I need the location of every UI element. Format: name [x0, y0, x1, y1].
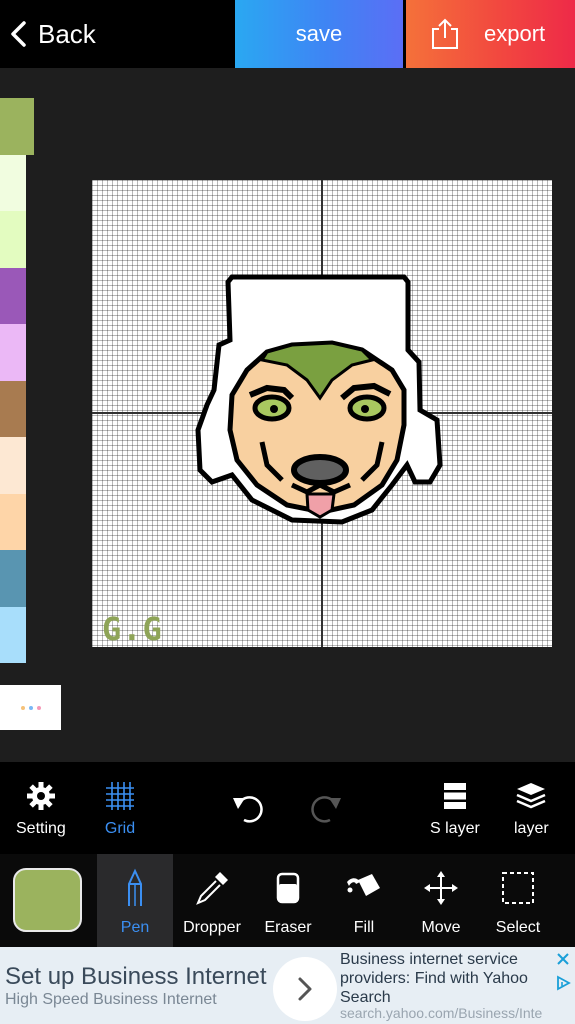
dropper-tool[interactable]: Dropper	[174, 854, 250, 947]
share-icon	[432, 18, 458, 49]
eraser-icon	[276, 872, 300, 904]
eraser-tool[interactable]: Eraser	[250, 854, 326, 947]
export-button[interactable]: export	[406, 0, 575, 68]
layer-label: layer	[514, 820, 549, 837]
top-toolbar: Setting Grid S layer layer	[0, 762, 575, 854]
layers-icon	[516, 783, 546, 809]
ad-choices-icon[interactable]	[555, 975, 571, 991]
tool-bar: Pen Dropper Eraser Fill Move Select	[0, 854, 575, 947]
dropper-label: Dropper	[183, 919, 241, 936]
color-swatch[interactable]	[0, 154, 26, 211]
move-label: Move	[421, 919, 461, 936]
color-swatch[interactable]	[0, 550, 26, 607]
s-layer-label: S layer	[430, 820, 480, 837]
setting-label: Setting	[16, 820, 66, 837]
color-swatch[interactable]	[0, 98, 34, 155]
selection-marquee-icon	[502, 872, 534, 904]
ad-url: search.yahoo.com/Business/Inte	[340, 1005, 543, 1021]
undo-button[interactable]	[230, 790, 266, 826]
artist-signature: G.G	[102, 610, 163, 647]
back-button[interactable]: Back	[8, 14, 96, 54]
pixel-canvas[interactable]: G.G	[92, 180, 552, 647]
setting-button[interactable]: Setting	[16, 780, 66, 838]
pen-tool[interactable]: Pen	[97, 854, 173, 947]
paint-bucket-icon	[347, 874, 380, 896]
color-swatch[interactable]	[0, 380, 26, 437]
top-bar: Back save export	[0, 0, 575, 68]
gear-icon	[26, 782, 55, 810]
s-layer-button[interactable]: S layer	[430, 780, 480, 838]
more-dot	[36, 705, 41, 710]
undo-icon	[233, 796, 263, 823]
color-palette	[0, 98, 34, 663]
layer-button[interactable]: layer	[514, 780, 549, 838]
more-dot	[28, 705, 33, 710]
redo-icon	[311, 796, 341, 823]
redo-button[interactable]	[308, 790, 344, 826]
fill-label: Fill	[353, 919, 375, 936]
color-swatch[interactable]	[0, 606, 26, 663]
move-tool[interactable]: Move	[403, 854, 479, 947]
chevron-right-icon	[298, 977, 312, 1001]
color-swatch[interactable]	[0, 493, 26, 550]
ad-headline: Set up Business Internet	[5, 963, 267, 990]
export-label: export	[484, 21, 546, 46]
color-swatch[interactable]	[0, 211, 26, 268]
back-label: Back	[38, 18, 96, 49]
color-swatch[interactable]	[0, 324, 26, 381]
move-arrows-icon	[424, 871, 458, 905]
fill-tool[interactable]: Fill	[326, 854, 402, 947]
pixel-art-drawing	[195, 274, 443, 525]
select-label: Select	[495, 919, 541, 936]
grid-button[interactable]: Grid	[104, 780, 136, 838]
nose	[291, 454, 349, 486]
more-colors-button[interactable]	[0, 685, 61, 730]
eraser-label: Eraser	[264, 919, 312, 936]
slayer-icon	[443, 783, 466, 809]
ad-banner[interactable]: Set up Business Internet High Speed Busi…	[0, 947, 575, 1024]
dropper-icon	[196, 872, 228, 905]
more-dot	[20, 705, 25, 710]
grid-label: Grid	[104, 820, 136, 837]
close-icon[interactable]	[555, 951, 571, 967]
current-color-swatch[interactable]	[13, 868, 82, 932]
workspace: G.G	[0, 68, 575, 762]
ad-description: Business internet service providers: Fin…	[340, 951, 528, 1006]
select-tool[interactable]: Select	[480, 854, 556, 947]
pen-label: Pen	[120, 919, 150, 936]
color-swatch[interactable]	[0, 437, 26, 494]
chevron-left-icon	[11, 21, 26, 47]
color-swatch[interactable]	[0, 267, 26, 324]
ad-open-button[interactable]	[273, 957, 337, 1021]
pen-icon	[128, 868, 142, 906]
ad-subline: High Speed Business Internet	[5, 991, 217, 1008]
save-button[interactable]: save	[235, 0, 403, 68]
grid-icon	[106, 782, 134, 810]
